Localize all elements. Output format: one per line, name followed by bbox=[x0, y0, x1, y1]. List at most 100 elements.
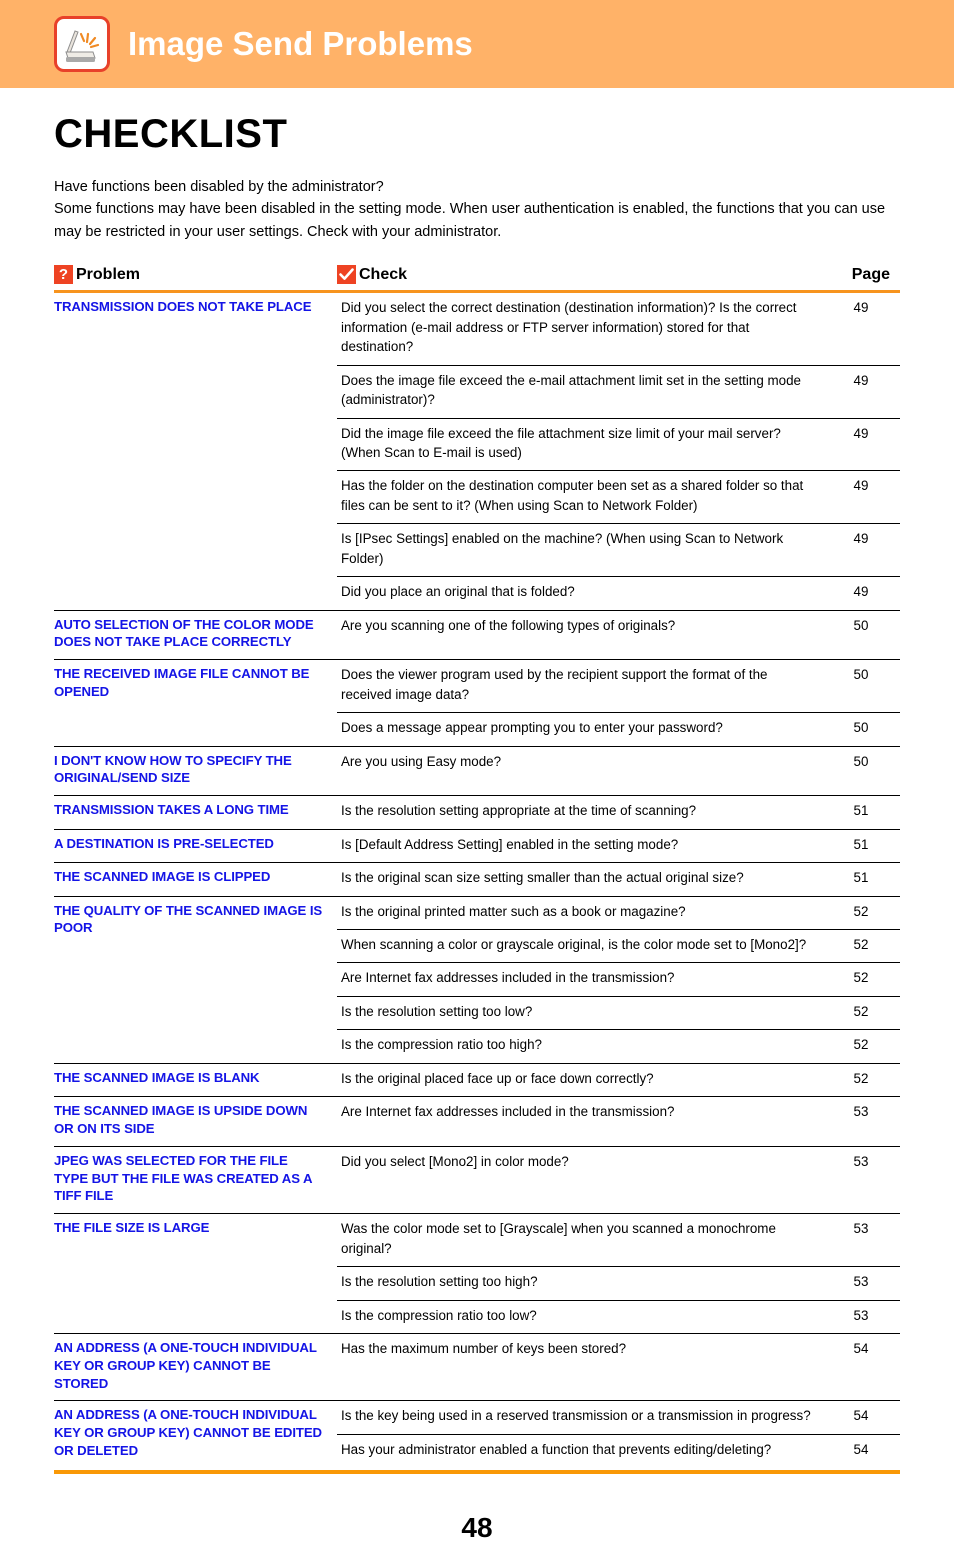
problem-cell: TRANSMISSION DOES NOT TAKE PLACE bbox=[54, 299, 312, 315]
check-cell: Is [IPsec Settings] enabled on the machi… bbox=[337, 523, 832, 577]
page-cell: 49 bbox=[832, 364, 900, 419]
page-cell: 53 bbox=[832, 1096, 900, 1147]
check-cell: Are Internet fax addresses included in t… bbox=[337, 962, 832, 997]
page-cell: 50 bbox=[832, 609, 900, 660]
problem-cell: THE RECEIVED IMAGE FILE CANNOT BE OPENED bbox=[54, 659, 337, 747]
intro-text: Have functions been disabled by the admi… bbox=[54, 176, 900, 243]
problem-cell: THE SCANNED IMAGE IS UPSIDE DOWN OR ON I… bbox=[54, 1096, 337, 1147]
scanner-icon bbox=[54, 16, 110, 72]
check-cell: Is the resolution setting too low? bbox=[337, 995, 832, 1030]
check-cell: Did you select the correct destination (… bbox=[341, 300, 797, 355]
column-header-problem: ? Problem bbox=[54, 265, 337, 294]
check-cell: Is the compression ratio too high? bbox=[337, 1029, 832, 1064]
page-title: CHECKLIST bbox=[54, 112, 288, 156]
check-cell: Has the maximum number of keys been stor… bbox=[337, 1332, 832, 1401]
page-cell: 54 bbox=[832, 1332, 900, 1401]
page-cell: 52 bbox=[832, 1029, 900, 1064]
problem-cell: THE QUALITY OF THE SCANNED IMAGE IS POOR bbox=[54, 895, 337, 1064]
check-cell: Is the key being used in a reserved tran… bbox=[337, 1400, 832, 1435]
table-row: A DESTINATION IS PRE-SELECTED Is [Default… bbox=[54, 828, 900, 863]
page-header-title: Image Send Problems bbox=[128, 25, 473, 62]
checkmark-icon bbox=[337, 265, 356, 285]
problem-cell: THE SCANNED IMAGE IS BLANK bbox=[54, 1062, 337, 1097]
problem-cell: AUTO SELECTION OF THE COLOR MODE DOES NO… bbox=[54, 609, 337, 660]
problem-cell: A DESTINATION IS PRE-SELECTED bbox=[54, 828, 337, 863]
check-cell: Is the original scan size setting smalle… bbox=[337, 862, 832, 897]
page-cell: 49 bbox=[832, 523, 900, 577]
table-row: TRANSMISSION TAKES A LONG TIME Is the res… bbox=[54, 795, 900, 830]
column-header-problem-label: Problem bbox=[76, 265, 141, 283]
page-cell: 51 bbox=[832, 862, 900, 897]
check-cell: Are you using Easy mode? bbox=[337, 745, 832, 796]
page-cell: 52 bbox=[832, 928, 900, 963]
column-header-check: Check bbox=[337, 265, 832, 294]
table-row: THE SCANNED IMAGE IS CLIPPED Is the origi… bbox=[54, 862, 900, 897]
intro-line-2: Some functions may have been disabled in… bbox=[54, 201, 886, 240]
table-row: THE RECEIVED IMAGE FILE CANNOT BE OPENED… bbox=[54, 659, 900, 747]
check-cell: Is the original placed face up or face d… bbox=[337, 1062, 832, 1097]
check-cell: Was the color mode set to [Grayscale] wh… bbox=[337, 1213, 832, 1267]
problem-cell: JPEG WAS SELECTED FOR THE FILE TYPE BUT … bbox=[54, 1145, 337, 1214]
table-row: JPEG WAS SELECTED FOR THE FILE TYPE BUT … bbox=[54, 1145, 900, 1214]
check-cell: Is the compression ratio too low? bbox=[337, 1299, 832, 1334]
table-row: AN ADDRESS (A ONE-TOUCH INDIVIDUAL KEY O… bbox=[54, 1332, 900, 1401]
check-cell: Has the folder on the destination comput… bbox=[337, 470, 832, 524]
check-cell: Does the image file exceed the e-mail at… bbox=[337, 364, 832, 419]
page-cell: 53 bbox=[832, 1299, 900, 1334]
problem-cell: AN ADDRESS (A ONE-TOUCH INDIVIDUAL KEY O… bbox=[54, 1332, 337, 1401]
question-mark-icon: ? bbox=[54, 265, 73, 285]
check-cell: Is the resolution setting too high? bbox=[337, 1266, 832, 1301]
checklist-table-head: ? Problem Check Page bbox=[54, 265, 900, 294]
problem-cell: AN ADDRESS (A ONE-TOUCH INDIVIDUAL KEY O… bbox=[54, 1400, 337, 1468]
column-header-page: Page bbox=[832, 265, 900, 294]
page-cell: 49 bbox=[832, 417, 900, 471]
check-cell: Is the original printed matter such as a… bbox=[337, 895, 832, 930]
table-row: THE SCANNED IMAGE IS BLANK Is the origina… bbox=[54, 1062, 900, 1097]
table-bottom-rule bbox=[54, 1469, 900, 1474]
check-cell: Did the image file exceed the file attac… bbox=[337, 417, 832, 471]
page-cell: 53 bbox=[832, 1266, 900, 1301]
check-cell: Has your administrator enabled a functio… bbox=[337, 1434, 832, 1468]
problem-cell: THE SCANNED IMAGE IS CLIPPED bbox=[54, 862, 337, 897]
page-header-bar: Image Send Problems bbox=[0, 0, 954, 88]
check-cell: When scanning a color or grayscale origi… bbox=[337, 928, 832, 963]
page-cell: 53 bbox=[832, 1213, 900, 1267]
table-header-row: ? Problem Check Page bbox=[54, 265, 900, 294]
page-cell: 52 bbox=[832, 995, 900, 1030]
table-row: THE QUALITY OF THE SCANNED IMAGE IS POOR… bbox=[54, 895, 900, 1064]
check-cell: Did you place an original that is folded… bbox=[337, 576, 832, 611]
check-cell: Is [Default Address Setting] enabled in … bbox=[337, 828, 832, 863]
table-row: AUTO SELECTION OF THE COLOR MODE DOES NO… bbox=[54, 609, 900, 660]
page-cell: 50 bbox=[832, 712, 900, 747]
page-cell: 53 bbox=[832, 1145, 900, 1214]
problem-cell: THE FILE SIZE IS LARGE bbox=[54, 1213, 337, 1334]
page-cell: 54 bbox=[832, 1434, 900, 1468]
page-cell: 52 bbox=[832, 1062, 900, 1097]
check-cell: Does the viewer program used by the reci… bbox=[337, 659, 832, 713]
table-row: TRANSMISSION DOES NOT TAKE PLACE Did you … bbox=[54, 292, 900, 365]
checklist-table: ? Problem Check Page TRANSMISSION DOES N… bbox=[54, 265, 900, 1468]
page-cell: 49 bbox=[832, 576, 900, 611]
check-cell: Is the resolution setting appropriate at… bbox=[337, 795, 832, 830]
page-cell: 51 bbox=[832, 828, 900, 863]
table-row: I DON'T KNOW HOW TO SPECIFY THE ORIGINAL… bbox=[54, 745, 900, 796]
page-body: CHECKLIST Have functions been disabled b… bbox=[0, 114, 954, 1544]
check-cell: Are you scanning one of the following ty… bbox=[337, 609, 832, 660]
page-cell: 49 bbox=[832, 470, 900, 524]
table-row: THE SCANNED IMAGE IS UPSIDE DOWN OR ON I… bbox=[54, 1096, 900, 1147]
check-cell: Does a message appear prompting you to e… bbox=[337, 712, 832, 747]
table-row: AN ADDRESS (A ONE-TOUCH INDIVIDUAL KEY O… bbox=[54, 1400, 900, 1468]
page-cell: 49 bbox=[853, 300, 869, 316]
page-cell: 51 bbox=[832, 795, 900, 830]
page-cell: 54 bbox=[832, 1400, 900, 1435]
table-row: THE FILE SIZE IS LARGE Was the color mode… bbox=[54, 1213, 900, 1334]
problem-cell: I DON'T KNOW HOW TO SPECIFY THE ORIGINAL… bbox=[54, 745, 337, 796]
page-cell: 52 bbox=[832, 895, 900, 930]
checklist-table-body: TRANSMISSION DOES NOT TAKE PLACE Did you … bbox=[54, 292, 900, 1468]
page-cell: 50 bbox=[832, 659, 900, 713]
column-header-check-label: Check bbox=[359, 265, 408, 283]
problem-cell: TRANSMISSION TAKES A LONG TIME bbox=[54, 795, 337, 830]
check-cell: Did you select [Mono2] in color mode? bbox=[337, 1145, 832, 1214]
page-number: 48 bbox=[461, 1511, 493, 1543]
check-cell: Are Internet fax addresses included in t… bbox=[337, 1096, 832, 1147]
